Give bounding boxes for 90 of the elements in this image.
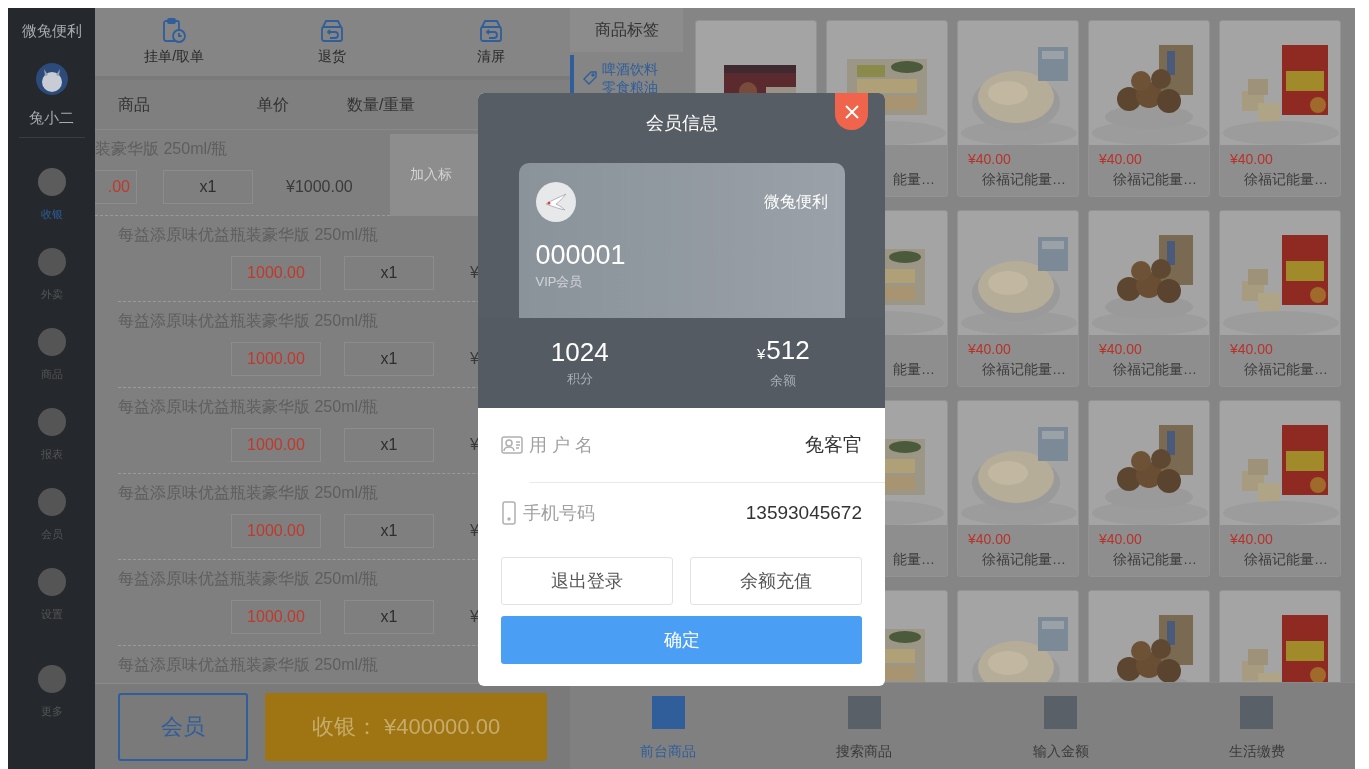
- product-card[interactable]: ¥40.00 徐福记能量…: [1088, 20, 1210, 197]
- product-card[interactable]: ¥40.00 徐福记能量…: [957, 20, 1079, 197]
- quantity-field[interactable]: x1: [344, 256, 434, 290]
- toolbar-button[interactable]: 清屏: [411, 8, 570, 76]
- card-number: 000001: [535, 240, 627, 270]
- product-card[interactable]: ¥40.00 徐福记能量…: [957, 400, 1079, 577]
- nav-item[interactable]: 收银: [37, 168, 66, 248]
- product-card[interactable]: ¥40.00 徐福记能量…: [1219, 400, 1341, 577]
- stat-value: ¥512: [756, 335, 810, 368]
- product-price: ¥40.00: [968, 531, 1012, 547]
- column-header: 商品: [118, 94, 150, 115]
- line-total: ¥: [470, 435, 479, 455]
- column-header: 数量/重量: [347, 94, 416, 115]
- product-card[interactable]: ¥40.00 徐福记能量…: [1088, 210, 1210, 387]
- product-price: ¥40.00: [1099, 341, 1143, 357]
- product-name: 能量…: [892, 360, 936, 379]
- tab-icon: [847, 696, 881, 729]
- close-button[interactable]: [835, 93, 868, 130]
- dialog-title: 会员信息: [645, 111, 718, 135]
- product-name: 徐福记能量…: [1112, 170, 1198, 189]
- product-name: 徐福记能量…: [1243, 550, 1329, 569]
- tab-icon: [1240, 696, 1274, 729]
- product-card[interactable]: ¥40.00 徐福记能量…: [1219, 210, 1341, 387]
- product-name: 徐福记能量…: [1112, 550, 1198, 569]
- nav-icon: [37, 168, 66, 196]
- product-name: 能量…: [892, 170, 936, 189]
- action-button[interactable]: 余额充值: [690, 557, 862, 605]
- tab-icon: [1044, 696, 1078, 729]
- product-price: ¥40.00: [1099, 151, 1143, 167]
- product-price: ¥40.00: [968, 151, 1012, 167]
- quantity-field[interactable]: x1: [344, 600, 434, 634]
- action-button[interactable]: 退出登录: [501, 557, 673, 605]
- nav-icon: [37, 665, 66, 693]
- quantity-field[interactable]: x1: [163, 170, 253, 204]
- product-price: ¥40.00: [1230, 341, 1274, 357]
- product-price: ¥40.00: [1230, 531, 1274, 547]
- stat-label: 余额: [770, 372, 797, 391]
- quantity-field[interactable]: x1: [344, 514, 434, 548]
- return-box-icon: [477, 18, 504, 44]
- product-name: 徐福记能量…: [981, 550, 1067, 569]
- quantity-field[interactable]: x1: [344, 342, 434, 376]
- nav-icon: [37, 488, 66, 516]
- line-total: ¥1000.00: [286, 177, 353, 197]
- product-name: 徐福记能量…: [1112, 360, 1198, 379]
- field-label: 用 户 名: [529, 433, 593, 457]
- quantity-field[interactable]: x1: [344, 428, 434, 462]
- line-total: ¥: [470, 263, 479, 283]
- toolbar-button[interactable]: 退货: [253, 8, 412, 76]
- toolbar-button[interactable]: 挂单/取单: [95, 8, 254, 76]
- product-price: ¥40.00: [968, 341, 1012, 357]
- bottom-tab[interactable]: 输入金额: [962, 683, 1159, 769]
- checkout-button[interactable]: 收银： ¥400000.00: [265, 692, 547, 761]
- card-brand: 微兔便利: [763, 192, 828, 212]
- line-total: ¥: [470, 607, 479, 627]
- app-title: 微兔便利: [21, 21, 82, 41]
- tag-icon: [582, 70, 598, 86]
- return-box-icon: [319, 18, 346, 44]
- tab-icon: [651, 696, 685, 729]
- product-name: 能量…: [892, 550, 936, 569]
- stat-label: 积分: [566, 370, 593, 389]
- line-total: ¥: [470, 521, 479, 541]
- product-price: ¥40.00: [1099, 531, 1143, 547]
- product-name: 徐福记能量…: [981, 360, 1067, 379]
- bottom-tab[interactable]: 生活缴费: [1158, 683, 1355, 769]
- product-card[interactable]: ¥40.00 徐福记能量…: [1219, 20, 1341, 197]
- product-price: ¥40.00: [1230, 151, 1274, 167]
- confirm-button[interactable]: 确定: [501, 616, 862, 664]
- tag-tab[interactable]: 商品标签: [570, 8, 683, 52]
- product-card[interactable]: ¥40.00 徐福记能量…: [957, 210, 1079, 387]
- phone-icon: [501, 501, 517, 525]
- product-name: 徐福记能量…: [1243, 170, 1329, 189]
- stat-value: 1024: [550, 337, 609, 368]
- product-name: 徐福记能量…: [1243, 360, 1329, 379]
- avatar[interactable]: [35, 62, 68, 95]
- close-icon: [843, 103, 860, 120]
- column-header: 单价: [257, 94, 289, 115]
- nav-icon: [37, 568, 66, 596]
- nav-icon: [37, 248, 66, 276]
- product-card[interactable]: ¥40.00 徐福记能量…: [1088, 400, 1210, 577]
- rabbit-logo: [535, 182, 576, 222]
- field-label: 手机号码: [523, 501, 595, 525]
- nav-icon: [37, 408, 66, 436]
- nav-icon: [37, 328, 66, 356]
- bottom-tab[interactable]: 搜索商品: [766, 683, 963, 769]
- product-name: 徐福记能量…: [981, 170, 1067, 189]
- line-total: ¥: [470, 349, 479, 369]
- card-level: VIP会员: [535, 273, 584, 291]
- id-card-icon: [501, 436, 523, 454]
- user-name: 兔小二: [29, 107, 74, 128]
- clipboard-clock-icon: [161, 18, 188, 44]
